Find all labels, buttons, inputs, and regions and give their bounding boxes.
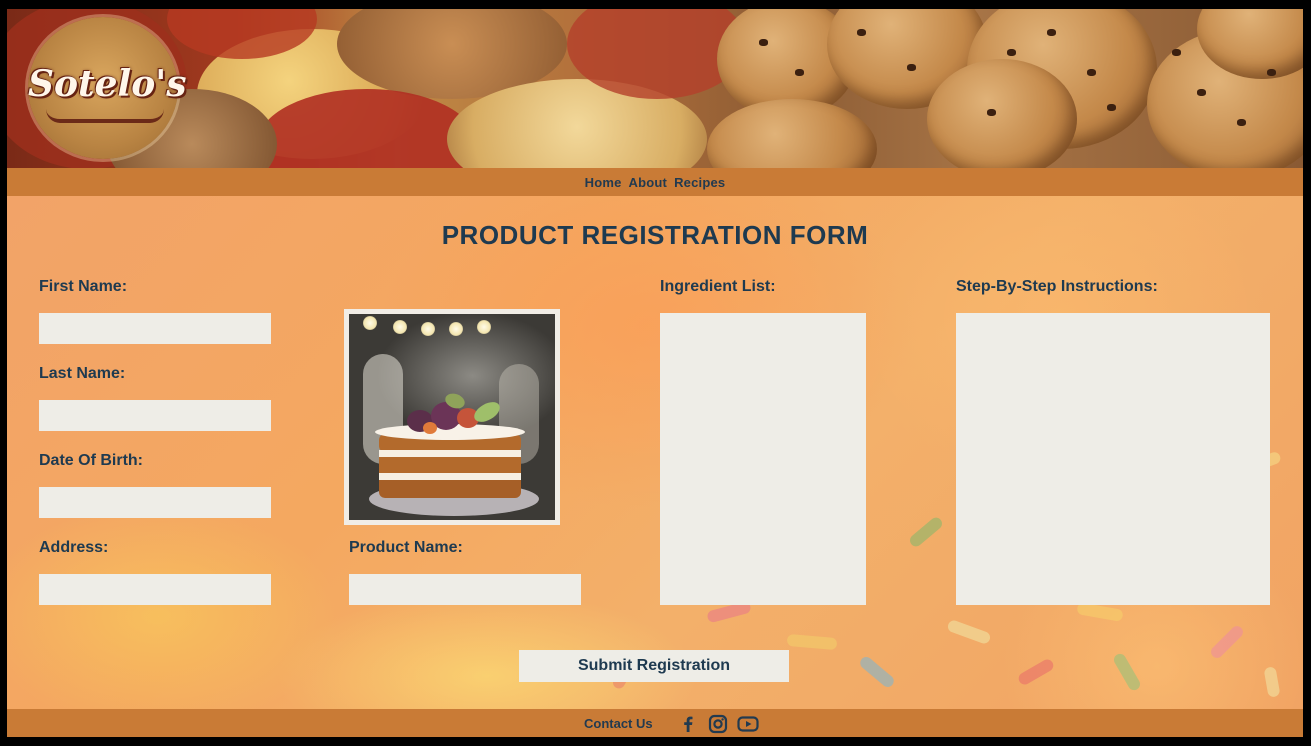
- date-of-birth-label: Date Of Birth:: [39, 452, 143, 469]
- form-title: PRODUCT REGISTRATION FORM: [441, 220, 869, 250]
- submit-registration-button[interactable]: Submit Registration: [519, 650, 789, 682]
- instagram-icon[interactable]: [708, 714, 728, 734]
- last-name-label: Last Name:: [39, 365, 126, 382]
- first-name-label: First Name:: [39, 278, 128, 295]
- instructions-label: Step-By-Step Instructions:: [956, 278, 1158, 295]
- logo-swoosh: [46, 109, 164, 123]
- ingredient-list-textarea[interactable]: [660, 313, 866, 605]
- address-label: Address:: [39, 539, 109, 556]
- last-name-input[interactable]: [39, 400, 271, 431]
- date-of-birth-input[interactable]: [39, 487, 271, 518]
- youtube-icon[interactable]: [737, 714, 759, 734]
- ingredient-list-label: Ingredient List:: [660, 278, 776, 295]
- product-name-label: Product Name:: [349, 539, 463, 556]
- sotelos-logo[interactable]: Sotelo's: [28, 17, 187, 159]
- page-frame: Sotelo's Home About Recipes PRODUCT REGI…: [7, 9, 1303, 737]
- address-input[interactable]: [39, 574, 271, 605]
- header-banner: Sotelo's: [7, 9, 1303, 168]
- logo-text: Sotelo's: [28, 63, 187, 105]
- contact-us-link[interactable]: Contact Us: [584, 716, 653, 731]
- nav-about-link[interactable]: About: [629, 175, 668, 190]
- top-nav: Home About Recipes: [7, 168, 1303, 196]
- cake-image: [349, 314, 555, 520]
- nav-recipes-link[interactable]: Recipes: [674, 175, 725, 190]
- facebook-icon[interactable]: [678, 714, 698, 734]
- nav-home-link[interactable]: Home: [585, 175, 622, 190]
- product-name-input[interactable]: [349, 574, 581, 605]
- product-photo: [344, 309, 560, 525]
- footer-bar: Contact Us: [7, 709, 1303, 737]
- first-name-input[interactable]: [39, 313, 271, 344]
- form-section: PRODUCT REGISTRATION FORM First Name: La…: [7, 196, 1303, 709]
- instructions-textarea[interactable]: [956, 313, 1270, 605]
